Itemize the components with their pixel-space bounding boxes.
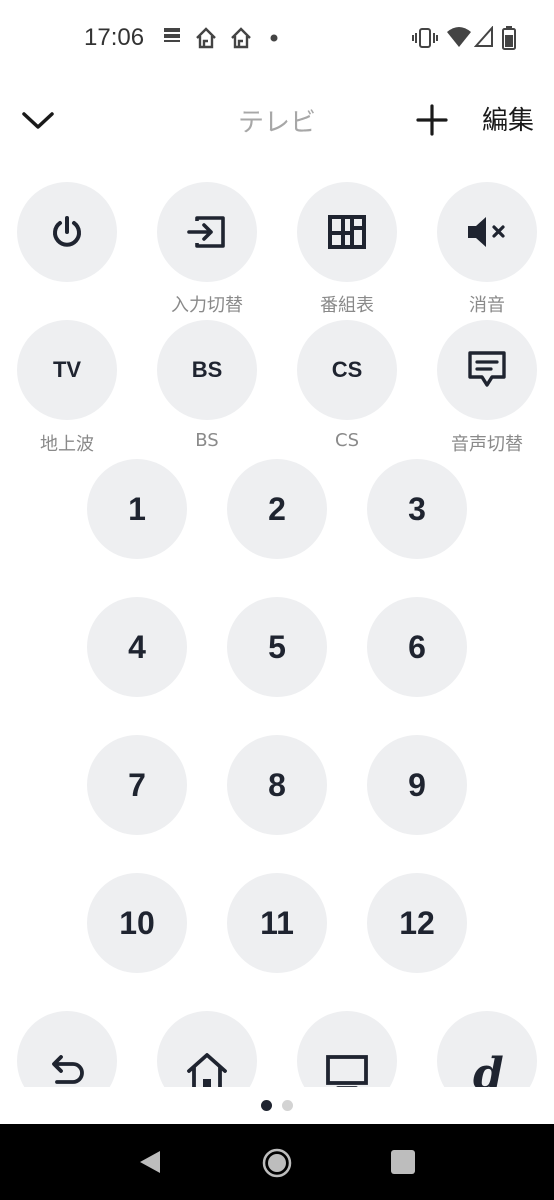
number-text: 11: [260, 904, 294, 941]
page-title: テレビ: [237, 108, 316, 138]
terrestrial-button[interactable]: TV: [17, 320, 117, 420]
d-button[interactable]: d: [437, 1011, 537, 1087]
tv-button[interactable]: [297, 1011, 397, 1087]
number-button-5[interactable]: 5: [227, 597, 327, 697]
number-text: 6: [408, 628, 426, 665]
input-switch-button[interactable]: [157, 182, 257, 282]
number-text: 3: [408, 490, 426, 527]
number-text: 8: [268, 766, 286, 803]
signal-icon: [474, 26, 493, 47]
back-triangle-icon[interactable]: [136, 1148, 164, 1176]
svg-text:d: d: [473, 1051, 504, 1087]
page-dot-inactive[interactable]: [282, 1100, 293, 1111]
number-button-8[interactable]: 8: [227, 735, 327, 835]
number-button-6[interactable]: 6: [367, 597, 467, 697]
return-icon: [52, 1055, 84, 1084]
program-guide-label: 番組表: [320, 295, 374, 316]
power-icon: [53, 216, 81, 247]
number-text: 12: [399, 904, 435, 941]
grid-icon: [328, 215, 366, 249]
bs-button[interactable]: BS: [157, 320, 257, 420]
number-text: 5: [268, 628, 286, 665]
number-button-12[interactable]: 12: [367, 873, 467, 973]
cs-label: CS: [335, 430, 359, 451]
home-icon: [187, 1053, 227, 1087]
cs-button[interactable]: CS: [297, 320, 397, 420]
d-letter-icon: d: [473, 1051, 504, 1087]
page-dot-active: [261, 1100, 272, 1111]
wifi-icon: [447, 27, 471, 47]
bs-label: BS: [195, 430, 219, 451]
number-text: 1: [128, 490, 146, 527]
audio-switch-button[interactable]: [437, 320, 537, 420]
bottom-button-row: d: [0, 1000, 554, 1087]
home-icon: [196, 27, 216, 49]
navigation-bar: [0, 1124, 554, 1200]
number-button-3[interactable]: 3: [367, 459, 467, 559]
speech-bubble-icon: [468, 351, 506, 387]
power-button[interactable]: [17, 182, 117, 282]
number-button-4[interactable]: 4: [87, 597, 187, 697]
mute-button[interactable]: [437, 182, 537, 282]
home-button[interactable]: [157, 1011, 257, 1087]
program-guide-button[interactable]: [297, 182, 397, 282]
number-text: 4: [128, 628, 146, 665]
vibrate-icon: [412, 28, 438, 48]
number-button-7[interactable]: 7: [87, 735, 187, 835]
number-text: 10: [119, 904, 155, 941]
number-button-1[interactable]: 1: [87, 459, 187, 559]
add-icon[interactable]: [414, 100, 450, 140]
home-icon: [231, 27, 251, 49]
status-bar: 17:06: [0, 0, 554, 80]
recents-square-icon[interactable]: [390, 1149, 416, 1175]
dot-icon: [270, 34, 278, 42]
status-time: 17:06: [84, 24, 145, 51]
number-text: 2: [268, 490, 286, 527]
back-button[interactable]: [17, 1011, 117, 1087]
home-circle-icon[interactable]: [262, 1148, 292, 1178]
terrestrial-button-text: TV: [52, 357, 82, 382]
battery-icon: [502, 26, 516, 50]
audio-switch-label: 音声切替: [451, 434, 523, 455]
bs-button-text: BS: [191, 357, 223, 382]
number-button-9[interactable]: 9: [367, 735, 467, 835]
number-text: 7: [128, 766, 146, 803]
number-button-11[interactable]: 11: [227, 873, 327, 973]
mute-label: 消音: [469, 295, 505, 316]
number-button-10[interactable]: 10: [87, 873, 187, 973]
input-icon: [187, 216, 225, 248]
number-text: 9: [408, 766, 426, 803]
notification-icon: [164, 28, 180, 42]
cs-button-text: CS: [331, 357, 363, 382]
mute-icon: [468, 217, 505, 247]
tv-icon: [326, 1055, 368, 1087]
number-button-2[interactable]: 2: [227, 459, 327, 559]
input-switch-label: 入力切替: [171, 295, 243, 316]
edit-button[interactable]: 編集: [482, 100, 534, 137]
terrestrial-label: 地上波: [40, 434, 94, 455]
